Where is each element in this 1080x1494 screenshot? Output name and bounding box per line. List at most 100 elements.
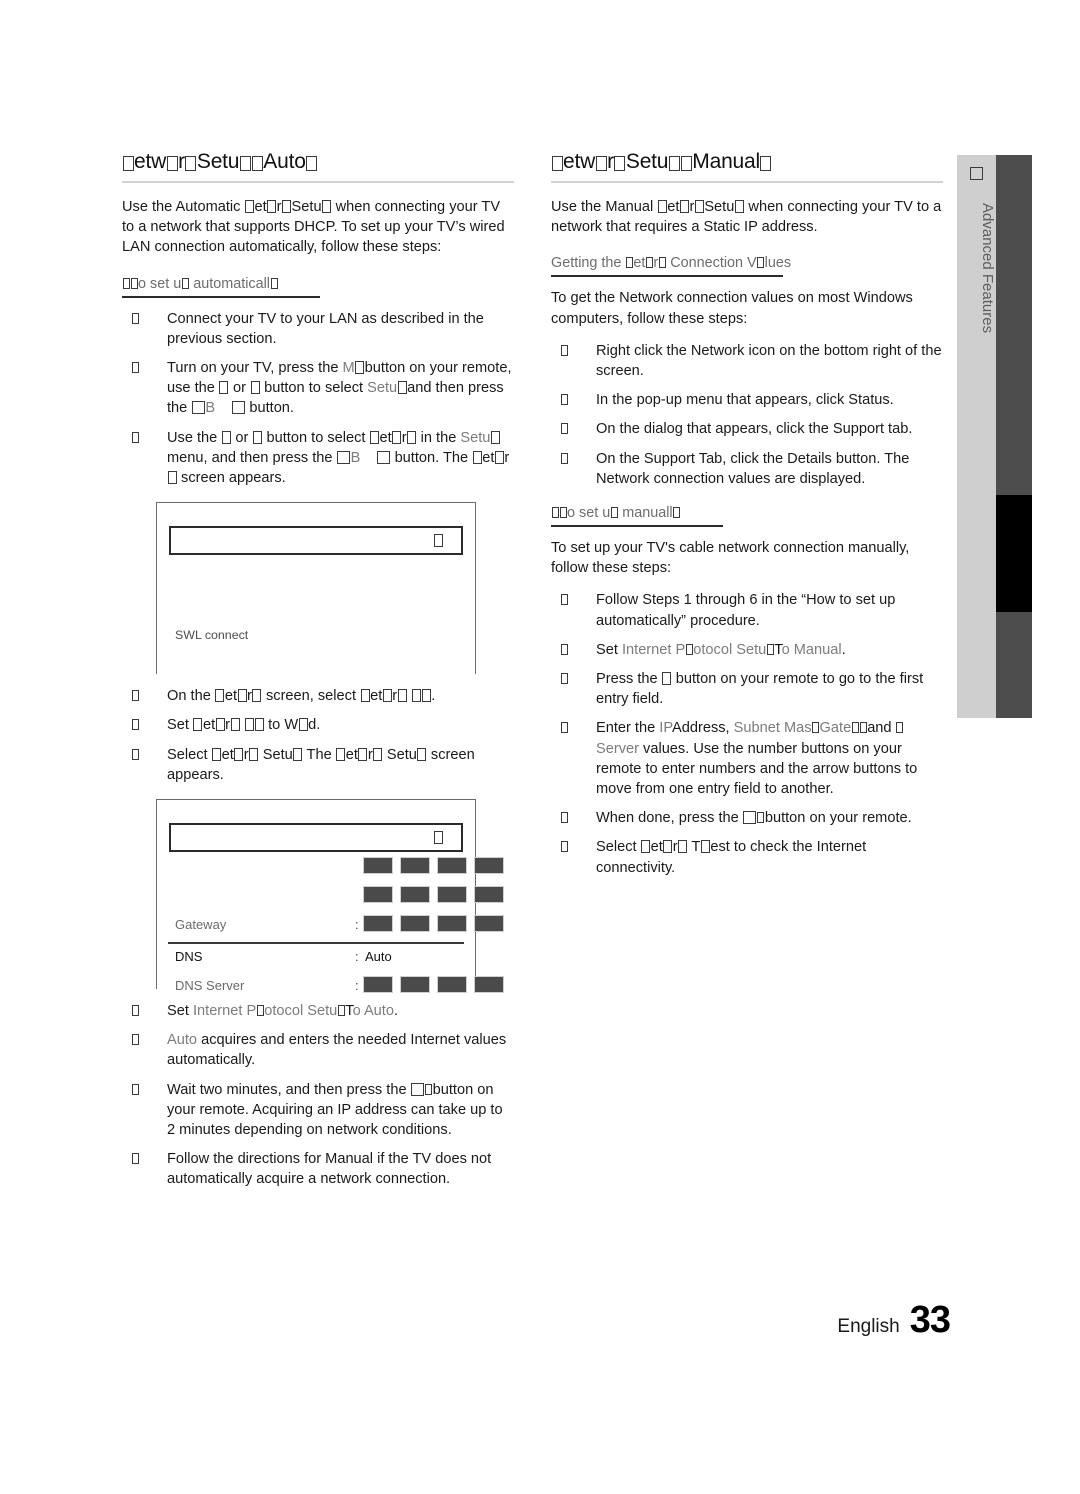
subheading-how-to-set-up-automatically: o set u automaticall xyxy=(122,276,278,292)
network-settings-rows: Gateway : DNS : Auto DNS Server: xyxy=(157,855,504,1003)
subheading-rule xyxy=(551,525,723,528)
subheading-getting-network-values: Getting the et r Connection Vlues xyxy=(551,255,792,272)
list-item: Auto acquires and enters the needed Inte… xyxy=(122,1030,514,1070)
side-bar-active-segment xyxy=(996,495,1032,612)
octet-box xyxy=(474,915,504,933)
step-number xyxy=(560,419,568,439)
table-row-dns: DNS : Auto xyxy=(157,942,475,974)
document-page: etw r Setu Auto Use the Automatic et r Setu w… xyxy=(0,0,1080,1494)
table-row xyxy=(157,884,504,913)
step-number xyxy=(560,341,568,361)
list-item: Set et r to Wd. xyxy=(122,715,514,735)
subheading-how-to-set-up-manually: o set u manuall xyxy=(551,505,681,521)
step-number xyxy=(131,1030,139,1050)
subheading-rule xyxy=(551,275,783,278)
row-colon: : xyxy=(355,949,359,965)
step-number xyxy=(560,718,568,738)
section-title-network-setup-manual: etw r Setu Manual xyxy=(551,150,943,174)
row-colon: : xyxy=(355,978,359,994)
screenshot-input-field xyxy=(169,823,463,853)
list-item: On the et r screen, select et r . xyxy=(122,686,514,706)
row-label: DNS Server xyxy=(175,978,245,994)
intro-paragraph: Use the Manual et r Setu when connecting y… xyxy=(551,199,942,236)
tv-screenshot-network-screen: SWL connect xyxy=(156,502,476,675)
octet-box xyxy=(363,857,393,875)
octet-box xyxy=(437,915,467,933)
step-number xyxy=(560,449,568,469)
footer-page-number: 33 xyxy=(909,1299,951,1341)
list-item: On the Support Tab, click the Details bu… xyxy=(551,449,943,489)
list-item: Use the or button to select et r in the S… xyxy=(122,428,514,489)
octet-box xyxy=(437,886,467,904)
octet-box xyxy=(363,886,393,904)
step-number xyxy=(131,1080,139,1100)
octet-box xyxy=(400,886,430,904)
step-number xyxy=(131,686,139,706)
octet-box xyxy=(474,976,504,994)
side-bar-chapter-index xyxy=(996,155,1032,718)
octet-box xyxy=(400,976,430,994)
list-item: Right click the Network icon on the bott… xyxy=(551,341,943,381)
row-label: DNS xyxy=(175,949,203,965)
caret-icon xyxy=(433,829,443,847)
table-row-dns-server: DNS Server : xyxy=(157,974,504,1003)
side-tab-advanced-features[interactable]: Advanced Features xyxy=(957,155,996,718)
octet-box xyxy=(363,976,393,994)
row-colon: : xyxy=(355,917,359,933)
step-number xyxy=(560,808,568,828)
swl-connect-label: SWL connect xyxy=(175,628,249,643)
row-value: Auto xyxy=(365,949,392,965)
missing-glyph-icon xyxy=(970,165,984,183)
footer-language: English xyxy=(837,1316,900,1337)
section-title-network-setup-auto: etw r Setu Auto xyxy=(122,150,514,174)
caret-icon xyxy=(433,532,443,550)
screenshot-input-field xyxy=(169,526,463,556)
list-item: On the dialog that appears, click the Su… xyxy=(551,419,943,439)
left-column: etw r Setu Auto Use the Automatic et r Setu w… xyxy=(122,150,514,1204)
step-number xyxy=(560,837,568,857)
octet-box xyxy=(474,857,504,875)
list-item: Turn on your TV, press the Mbutton on yo… xyxy=(122,358,514,419)
step-number xyxy=(131,428,139,448)
octet-box xyxy=(474,886,504,904)
row-separator xyxy=(168,942,464,945)
steps-list-auto-part1: Connect your TV to your LAN as described… xyxy=(122,309,514,489)
steps-list-auto-part3: Set Internet Potocol Setu To Auto. Auto a… xyxy=(122,1001,514,1190)
list-item: Follow the directions for Manual if the … xyxy=(122,1149,514,1189)
intro-paragraph-2: To get the Network connection values on … xyxy=(551,290,913,327)
list-item: Select et r Setu The et r Setu screen appe… xyxy=(122,745,514,785)
octet-group xyxy=(363,886,504,904)
row-label: Gateway xyxy=(175,917,227,933)
step-number xyxy=(131,1001,139,1021)
step-number xyxy=(560,590,568,610)
list-item: When done, press the button on your remo… xyxy=(551,808,943,828)
steps-list-auto-part2: On the et r screen, select et r . Set et r … xyxy=(122,686,514,785)
step-number xyxy=(131,745,139,765)
step-number xyxy=(131,1149,139,1169)
page-footer: English 33 xyxy=(837,1299,951,1342)
octet-group xyxy=(363,857,504,875)
intro-paragraph-3: To set up your TV's cable network connec… xyxy=(551,540,910,577)
step-number xyxy=(131,715,139,735)
list-item: Enter the IPAddress, Subnet Mas Gate and S… xyxy=(551,718,943,799)
subheading-rule xyxy=(122,295,320,298)
intro-paragraph: Use the Automatic et r Setu when connectin… xyxy=(122,199,505,256)
step-number xyxy=(560,640,568,660)
octet-box xyxy=(437,976,467,994)
list-item: Set Internet Potocol Setu To Manual. xyxy=(551,640,943,660)
table-row xyxy=(157,855,504,884)
step-number xyxy=(131,358,139,378)
title-rule xyxy=(551,181,943,183)
step-number xyxy=(131,309,139,329)
right-column: etw r Setu Manual Use the Manual et r Setu wh… xyxy=(551,150,943,892)
octet-group xyxy=(363,976,504,994)
step-number xyxy=(560,390,568,410)
list-item: Wait two minutes, and then press the but… xyxy=(122,1080,514,1141)
steps-list-windows-values: Right click the Network icon on the bott… xyxy=(551,341,943,489)
table-row-gateway: Gateway : xyxy=(157,913,504,942)
octet-box xyxy=(400,857,430,875)
list-item: Connect your TV to your LAN as described… xyxy=(122,309,514,349)
octet-box xyxy=(437,857,467,875)
side-tab-label: Advanced Features xyxy=(979,203,996,334)
step-number xyxy=(560,669,568,689)
